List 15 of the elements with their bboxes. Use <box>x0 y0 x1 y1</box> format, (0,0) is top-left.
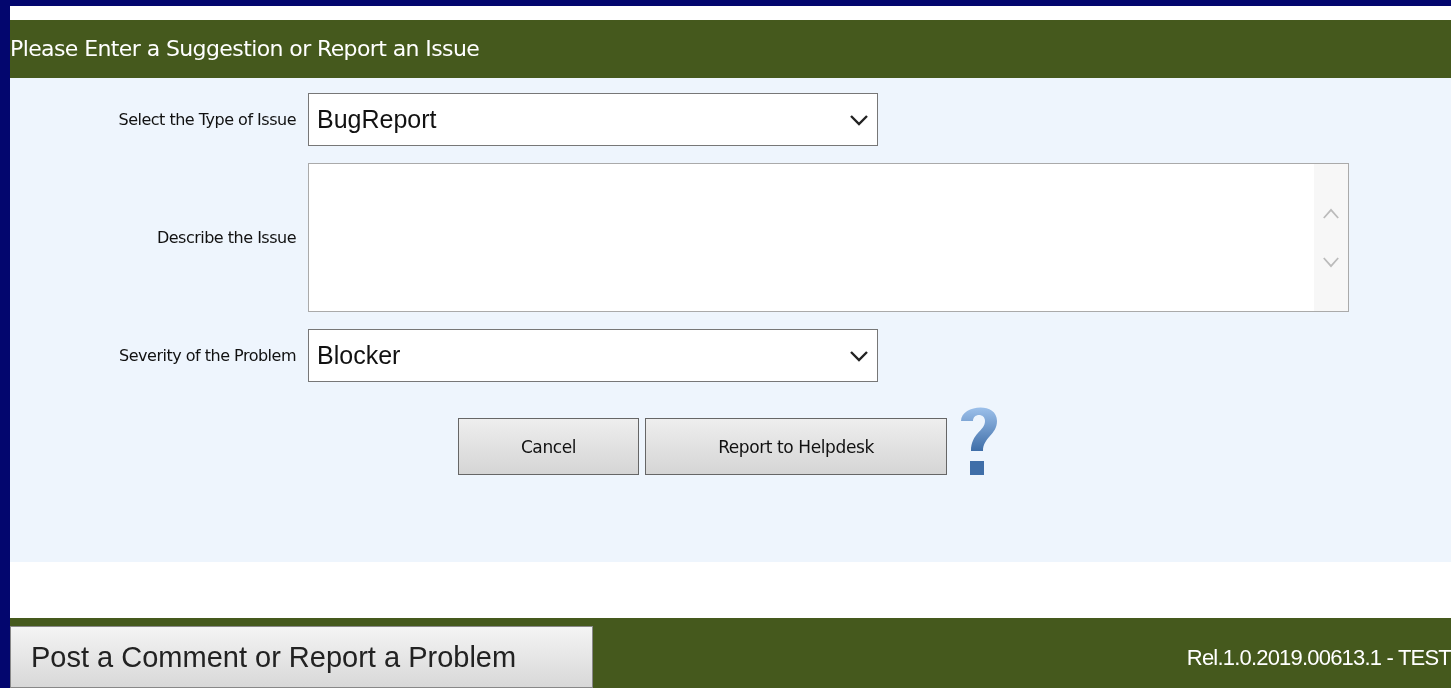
dropdown-field[interactable]: BugReport <box>308 93 878 146</box>
scroll-up-icon[interactable] <box>1322 206 1340 220</box>
field-label: Select the Type of Issue <box>117 110 297 129</box>
text-area[interactable] <box>308 163 1349 312</box>
post-comment-button[interactable]: Post a Comment or Report a Problem <box>10 626 593 688</box>
chevron-icon <box>849 348 869 363</box>
chevron-icon <box>849 112 869 127</box>
dropdown-field[interactable]: Blocker <box>308 329 878 382</box>
scroll-down-icon[interactable] <box>1322 255 1340 269</box>
cancel-button[interactable]: Cancel <box>458 418 639 475</box>
panel-header: Please Enter a Suggestion or Report an Issue <box>10 20 1451 78</box>
report-button[interactable]: Report to Helpdesk <box>645 418 947 475</box>
field-label: Severity of the Problem <box>118 346 297 365</box>
version-text: Rel.1.0.2019.00613.1 - TEST <box>1186 645 1451 671</box>
field-label: Describe the Issue <box>155 228 297 247</box>
